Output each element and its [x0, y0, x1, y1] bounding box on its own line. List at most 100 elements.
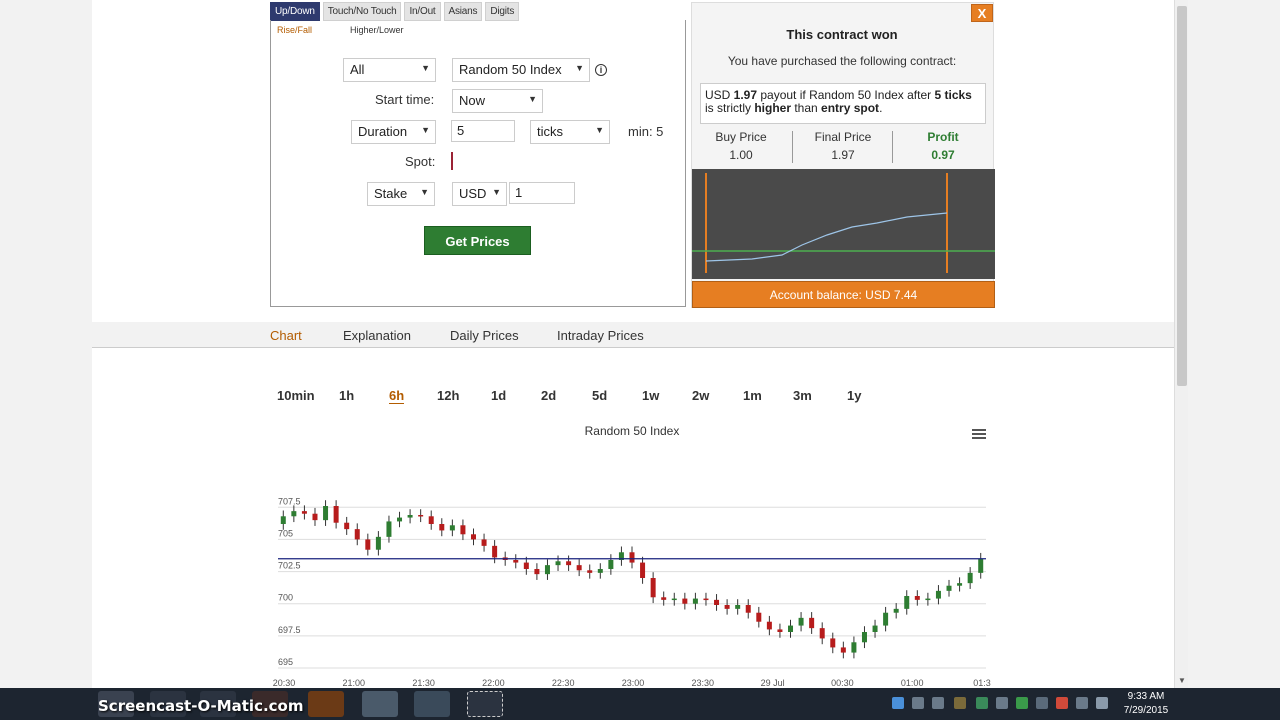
- tray-icon[interactable]: [1016, 697, 1028, 709]
- y-tick-label: 697.5: [278, 625, 301, 635]
- price-chart: 707.5 705 702.5 700 697.5 695 20:30 21:00 21:30 2…: [273, 496, 991, 688]
- underlying-value: Random 50 Index: [459, 62, 562, 77]
- tray-icon[interactable]: [996, 697, 1008, 709]
- candle-body: [566, 561, 572, 566]
- file-icon[interactable]: [414, 691, 450, 717]
- candle-body: [333, 506, 339, 523]
- payout-value: 1.97: [733, 88, 758, 102]
- tray-icon[interactable]: [892, 697, 904, 709]
- candle-body: [344, 522, 350, 530]
- scrollbar-thumb[interactable]: [1177, 6, 1187, 386]
- amount-input[interactable]: 1: [509, 182, 575, 204]
- tray-icon[interactable]: [1076, 697, 1088, 709]
- candle-body: [301, 511, 307, 514]
- x-tick-label: 21:30: [412, 678, 435, 688]
- tray-icon[interactable]: [1036, 697, 1048, 709]
- chrome-icon[interactable]: [362, 691, 398, 717]
- candle-body: [682, 598, 688, 604]
- page: Up/Down Touch/No Touch In/Out Asians Dig…: [92, 0, 1174, 688]
- period-1m[interactable]: 1m: [743, 388, 762, 403]
- scroll-down-icon[interactable]: ▼: [1177, 676, 1187, 686]
- candle-body: [957, 583, 963, 586]
- capture-icon[interactable]: [467, 691, 503, 717]
- candle-body: [798, 617, 804, 626]
- period-1w[interactable]: 1w: [642, 388, 659, 403]
- chart-nav-bar: Chart Explanation Daily Prices Intraday …: [92, 322, 1174, 348]
- get-prices-button[interactable]: Get Prices: [424, 226, 531, 255]
- contract-panel: X This contract won You have purchased t…: [691, 2, 995, 308]
- underlying-select[interactable]: Random 50 Index ▼: [452, 58, 590, 82]
- tab-in-out[interactable]: In/Out: [404, 2, 441, 21]
- tray-icon[interactable]: [1056, 697, 1068, 709]
- candle-body: [809, 617, 815, 629]
- currency-select[interactable]: USD ▼: [452, 182, 507, 206]
- tab-explanation[interactable]: Explanation: [343, 328, 411, 343]
- volume-icon[interactable]: [1096, 697, 1108, 709]
- period-12h[interactable]: 12h: [437, 388, 459, 403]
- candle-body: [534, 569, 540, 575]
- vertical-scrollbar[interactable]: ▼: [1174, 0, 1188, 688]
- tray-icon[interactable]: [976, 697, 988, 709]
- x-tick-label: 00:30: [831, 678, 854, 688]
- firefox-icon[interactable]: [308, 691, 344, 717]
- candle-body: [904, 596, 910, 609]
- candle-body: [745, 605, 751, 613]
- close-icon[interactable]: X: [971, 4, 993, 22]
- candle-body: [323, 506, 329, 521]
- tab-digits[interactable]: Digits: [485, 2, 520, 21]
- start-time-value: Now: [459, 93, 486, 108]
- desc-prefix: USD: [705, 88, 734, 102]
- final-price-column: Final Price 1.97: [794, 130, 892, 162]
- chart-title: Random 50 Index: [584, 424, 680, 438]
- contract-title: This contract won: [786, 27, 898, 42]
- divider: [892, 131, 893, 163]
- candle-body: [661, 597, 667, 600]
- candle-body: [840, 647, 846, 653]
- period-5d[interactable]: 5d: [592, 388, 607, 403]
- system-clock[interactable]: 9:33 AM 7/29/2015: [1116, 690, 1176, 718]
- tray-icon[interactable]: [932, 697, 944, 709]
- duration-input[interactable]: 5: [451, 120, 515, 142]
- candle-body: [375, 536, 381, 550]
- period-3m[interactable]: 3m: [793, 388, 812, 403]
- duration-type-select[interactable]: Duration ▼: [351, 120, 436, 144]
- duration-unit-select[interactable]: ticks ▼: [530, 120, 610, 144]
- market-filter-value: All: [350, 62, 365, 77]
- tab-chart[interactable]: Chart: [270, 328, 302, 343]
- amount-type-value: Stake: [374, 186, 408, 201]
- candle-body: [640, 562, 646, 578]
- tab-daily-prices[interactable]: Daily Prices: [450, 328, 519, 343]
- tray-icon[interactable]: [912, 697, 924, 709]
- profit-label: Profit: [927, 130, 959, 144]
- tab-intraday-prices[interactable]: Intraday Prices: [557, 328, 644, 343]
- market-filter-select[interactable]: All ▼: [343, 58, 436, 82]
- menu-icon[interactable]: [972, 428, 986, 440]
- desc-mid2: is strictly: [705, 101, 755, 115]
- period-6h[interactable]: 6h: [389, 388, 405, 404]
- duration-unit-value: ticks: [537, 124, 563, 139]
- period-2w[interactable]: 2w: [692, 388, 709, 403]
- amount-type-select[interactable]: Stake ▼: [367, 182, 435, 206]
- chevron-down-icon: ▼: [421, 63, 430, 73]
- candle-body: [872, 625, 878, 632]
- tab-touch-no-touch[interactable]: Touch/No Touch: [322, 2, 402, 21]
- candle-body: [544, 565, 550, 575]
- tab-asians[interactable]: Asians: [443, 2, 483, 21]
- period-1y[interactable]: 1y: [847, 388, 861, 403]
- tab-up-down[interactable]: Up/Down: [270, 2, 320, 21]
- candle-body: [735, 605, 741, 609]
- chevron-down-icon: ▼: [421, 125, 430, 135]
- y-tick-label: 707.5: [278, 496, 301, 506]
- period-1h[interactable]: 1h: [339, 388, 354, 403]
- y-tick-label: 705: [278, 528, 293, 538]
- start-time-select[interactable]: Now ▼: [452, 89, 543, 113]
- candle-body: [703, 598, 709, 601]
- period-2d[interactable]: 2d: [541, 388, 556, 403]
- candle-body: [777, 629, 783, 632]
- info-icon[interactable]: i: [595, 64, 607, 76]
- y-tick-label: 695: [278, 657, 293, 667]
- tray-icon[interactable]: [954, 697, 966, 709]
- period-10min[interactable]: 10min: [277, 388, 315, 403]
- period-1d[interactable]: 1d: [491, 388, 506, 403]
- chevron-down-icon: ▼: [575, 63, 584, 73]
